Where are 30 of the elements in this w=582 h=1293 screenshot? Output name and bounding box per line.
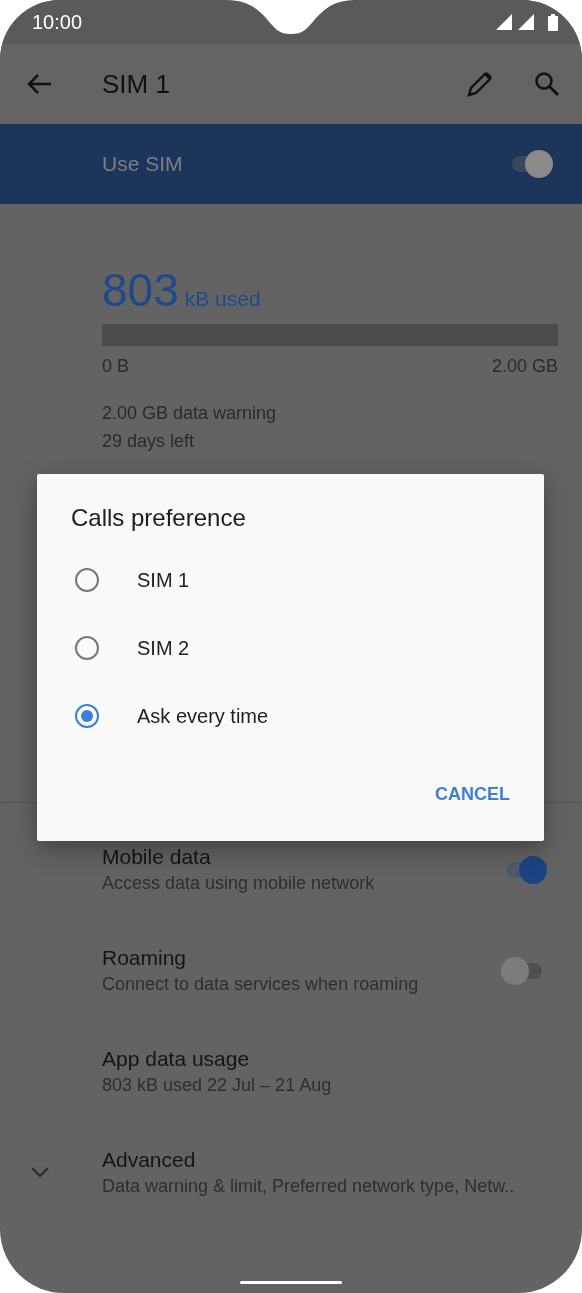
setting-title: Roaming (102, 946, 188, 970)
cancel-button[interactable]: CANCEL (435, 776, 510, 813)
setting-title: App data usage (102, 1047, 251, 1071)
radio-button[interactable] (75, 636, 99, 660)
days-left-text: 29 days left (102, 430, 196, 453)
screen-title: SIM 1 (102, 68, 171, 100)
option-label: Ask every time (137, 704, 269, 728)
radio-option[interactable]: Ask every time (71, 682, 510, 750)
search-icon[interactable] (534, 71, 560, 97)
setting-title: Mobile data (102, 845, 212, 869)
radio-button[interactable] (75, 568, 99, 592)
usage-amount: 803 (102, 264, 179, 316)
clock: 10:00 (32, 10, 83, 34)
chevron-icon (30, 1165, 50, 1178)
back-arrow-icon[interactable] (26, 73, 52, 95)
radio-button[interactable] (75, 704, 99, 728)
option-label: SIM 1 (137, 568, 190, 592)
radio-option[interactable]: SIM 1 (71, 546, 510, 614)
data-warning-text: 2.00 GB data warning (102, 402, 278, 425)
meter-max-label: 2.00 GB (491, 356, 558, 377)
radio-option[interactable]: SIM 2 (71, 614, 510, 682)
usage-unit: kB used (184, 287, 261, 311)
signal-icon (496, 14, 536, 30)
dialog-title: Calls preference (71, 504, 247, 532)
battery-icon (548, 13, 558, 31)
option-label: SIM 2 (137, 636, 190, 660)
setting-title: Advanced (102, 1148, 197, 1172)
meter-min-label: 0 B (102, 356, 130, 377)
pencil-icon[interactable] (466, 70, 494, 98)
use-sim-label: Use SIM (102, 152, 183, 176)
